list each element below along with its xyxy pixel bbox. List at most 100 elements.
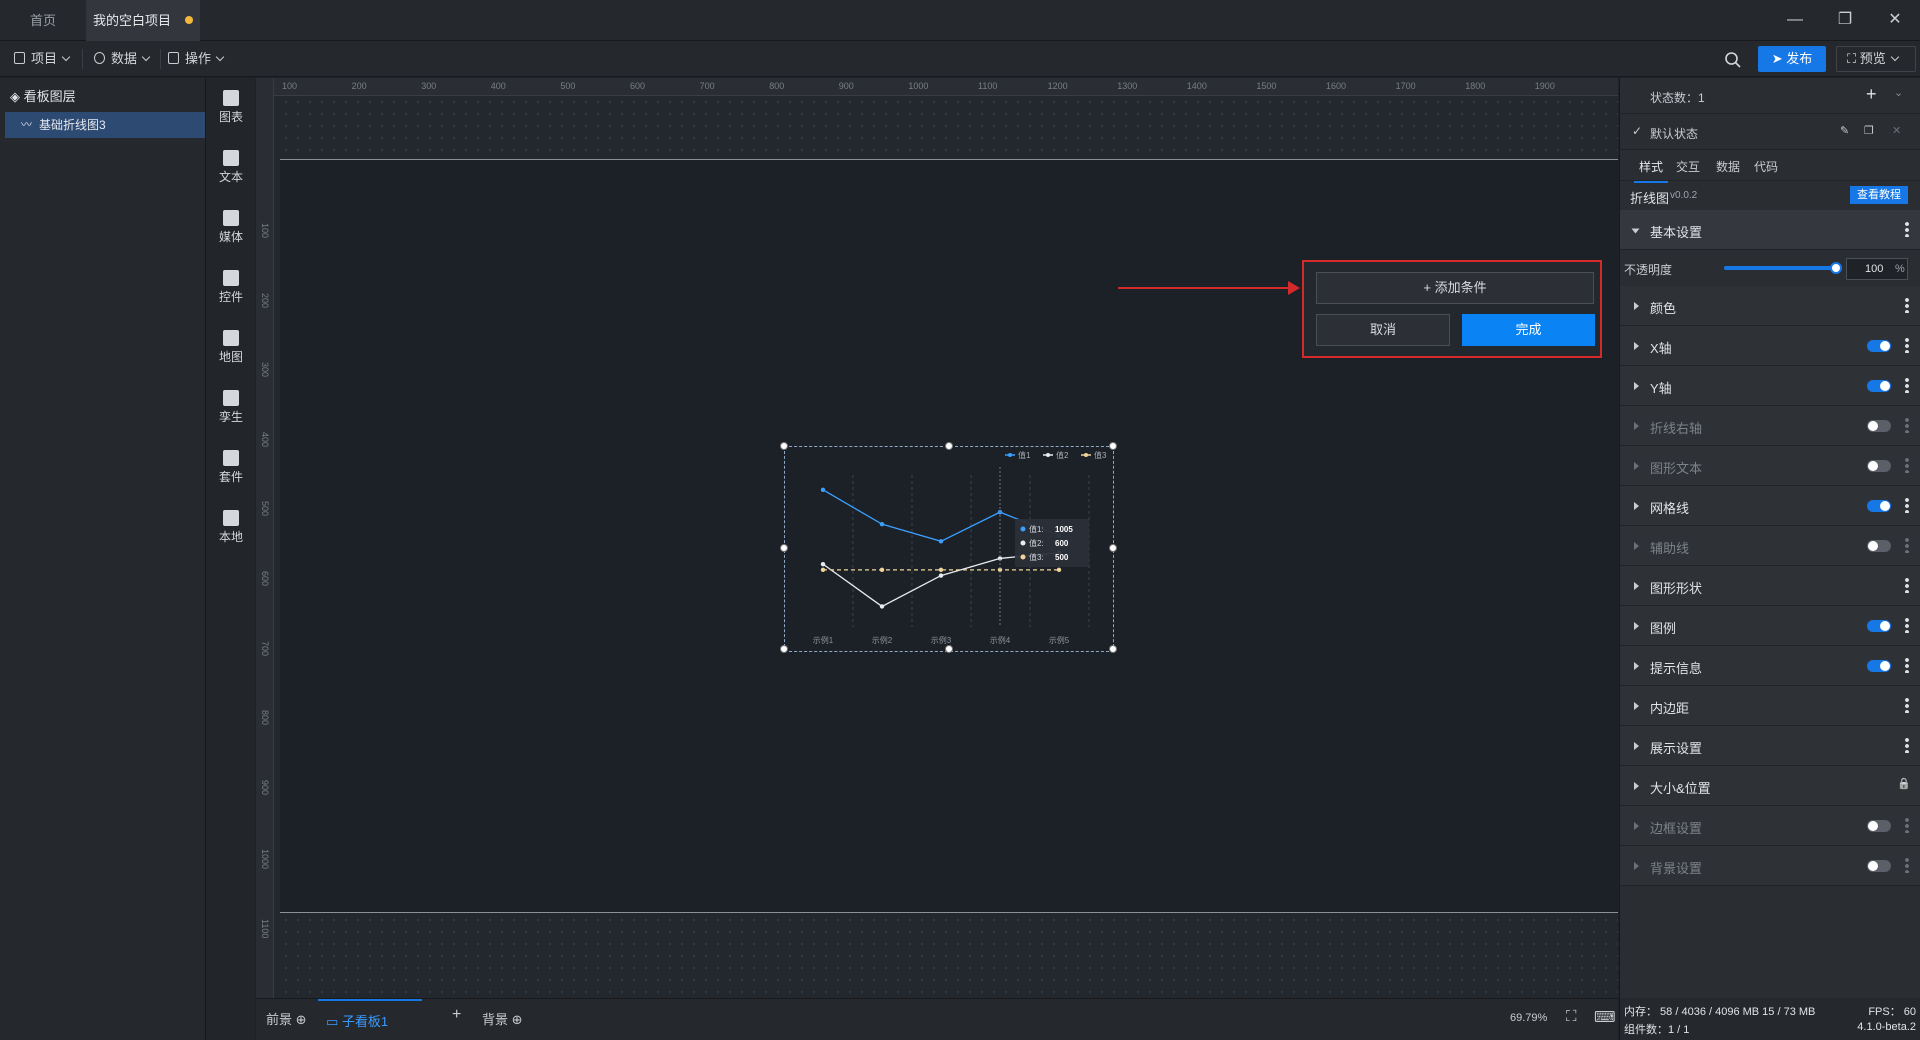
section-0[interactable]: 颜色 xyxy=(1620,286,1920,326)
section-14[interactable]: 背景设置 xyxy=(1620,846,1920,886)
more-icon[interactable] xyxy=(1905,457,1909,473)
resize-handle[interactable] xyxy=(780,645,788,653)
section-9[interactable]: 提示信息 xyxy=(1620,646,1920,686)
done-button[interactable]: 完成 xyxy=(1462,314,1595,346)
more-icon[interactable] xyxy=(1905,697,1909,713)
menu-operate[interactable]: 操作 xyxy=(154,41,225,77)
search-icon[interactable] xyxy=(1724,51,1742,69)
resize-handle[interactable] xyxy=(945,645,953,653)
section-5[interactable]: 网格线 xyxy=(1620,486,1920,526)
menu-project[interactable]: 项目 xyxy=(0,41,71,77)
tab-subboard[interactable]: ▭ 子看板1 xyxy=(318,999,422,1031)
more-icon[interactable] xyxy=(1905,377,1909,393)
preview-button[interactable]: ⛶ 预览 xyxy=(1836,46,1916,72)
copy-icon[interactable]: ❐ xyxy=(1864,124,1874,137)
more-icon[interactable] xyxy=(1905,737,1909,753)
local-button[interactable]: 本地 xyxy=(206,510,256,545)
section-8[interactable]: 图例 xyxy=(1620,606,1920,646)
more-icon[interactable] xyxy=(1905,657,1909,673)
more-icon[interactable] xyxy=(1905,337,1909,353)
section-toggle[interactable] xyxy=(1867,860,1891,872)
more-icon[interactable] xyxy=(1905,537,1909,553)
more-icon[interactable] xyxy=(1905,297,1909,313)
control-button[interactable]: 控件 xyxy=(206,270,256,305)
minimize-icon[interactable]: — xyxy=(1780,8,1810,32)
add-tab-button[interactable]: + xyxy=(452,1006,461,1024)
kit-button[interactable]: 套件 xyxy=(206,450,256,485)
opacity-slider[interactable] xyxy=(1724,262,1842,274)
section-7[interactable]: 图形形状 xyxy=(1620,566,1920,606)
more-icon[interactable] xyxy=(1905,857,1909,873)
close-icon[interactable]: ✕ xyxy=(1880,8,1910,32)
cancel-button[interactable]: 取消 xyxy=(1316,314,1450,346)
slider-handle[interactable] xyxy=(1830,262,1842,274)
tab-project[interactable]: 我的空白项目 xyxy=(86,0,200,41)
ruler-tick: 200 xyxy=(351,81,367,91)
section-toggle[interactable] xyxy=(1867,540,1891,552)
section-4[interactable]: 图形文本 xyxy=(1620,446,1920,486)
tutorial-button[interactable]: 查看教程 xyxy=(1850,186,1908,204)
text-button[interactable]: 文本 xyxy=(206,150,256,185)
zoom-level[interactable]: 69.79% xyxy=(1510,1012,1547,1024)
section-toggle[interactable] xyxy=(1867,460,1891,472)
tab-data[interactable]: 数据 xyxy=(1716,158,1740,175)
line-chart-component[interactable]: 值1 值2 值3 示例1 示例2 示例3 示例4 示例5 值1: 1005 值2: 600 值3: 500 xyxy=(780,442,1117,653)
section-12[interactable]: 大小&位置 🔒 xyxy=(1620,766,1920,806)
x-tick-label: 示例3 xyxy=(931,635,952,645)
section-13[interactable]: 边框设置 xyxy=(1620,806,1920,846)
resize-handle[interactable] xyxy=(1109,645,1117,653)
tab-background[interactable]: 背景 ⊕ xyxy=(482,1009,523,1028)
section-toggle[interactable] xyxy=(1867,380,1891,392)
section-toggle[interactable] xyxy=(1867,620,1891,632)
layer-item[interactable]: 〰 基础折线图3 xyxy=(5,112,205,138)
tab-code[interactable]: 代码 xyxy=(1754,158,1778,175)
resize-handle[interactable] xyxy=(1109,544,1117,552)
close-icon[interactable]: ✕ xyxy=(1892,124,1901,137)
grid-icon xyxy=(168,52,179,64)
section-toggle[interactable] xyxy=(1867,340,1891,352)
section-toggle[interactable] xyxy=(1867,660,1891,672)
section-6[interactable]: 辅助线 xyxy=(1620,526,1920,566)
more-icon[interactable] xyxy=(1905,577,1909,593)
add-state-button[interactable]: + xyxy=(1866,84,1877,105)
fit-screen-icon[interactable]: ⛶ xyxy=(1566,1008,1577,1025)
keyboard-icon[interactable]: ⌨ xyxy=(1594,1008,1616,1026)
publish-button[interactable]: ➤ 发布 xyxy=(1758,46,1826,72)
twin-button[interactable]: 孪生 xyxy=(206,390,256,425)
resize-handle[interactable] xyxy=(1109,442,1117,450)
section-10[interactable]: 内边距 xyxy=(1620,686,1920,726)
more-icon[interactable] xyxy=(1905,417,1909,433)
opacity-input[interactable]: 100 % xyxy=(1846,258,1908,280)
tab-interaction[interactable]: 交互 xyxy=(1676,158,1700,175)
restore-icon[interactable]: ❐ xyxy=(1830,8,1860,32)
section-toggle[interactable] xyxy=(1867,420,1891,432)
tab-foreground[interactable]: 前景 ⊕ xyxy=(266,1009,307,1028)
menu-data[interactable]: 数据 xyxy=(80,41,151,77)
section-11[interactable]: 展示设置 xyxy=(1620,726,1920,766)
section-toggle[interactable] xyxy=(1867,500,1891,512)
more-icon[interactable] xyxy=(1905,617,1909,633)
resize-handle[interactable] xyxy=(780,544,788,552)
section-2[interactable]: Y轴 xyxy=(1620,366,1920,406)
add-circle-icon[interactable]: ⊕ xyxy=(296,1012,307,1027)
ruler-tick: 1500 xyxy=(1256,81,1277,91)
chart-button[interactable]: 图表 xyxy=(206,90,256,125)
chevron-down-icon[interactable]: ⌄ xyxy=(1894,86,1903,99)
tab-home[interactable]: 首页 xyxy=(0,0,86,41)
section-3[interactable]: 折线右轴 xyxy=(1620,406,1920,446)
resize-handle[interactable] xyxy=(945,442,953,450)
more-icon[interactable] xyxy=(1905,817,1909,833)
default-state-row[interactable]: ✓ 默认状态 ✎ ❐ ✕ xyxy=(1620,114,1920,150)
resize-handle[interactable] xyxy=(780,442,788,450)
media-button[interactable]: 媒体 xyxy=(206,210,256,245)
section-basic[interactable]: 基本设置 xyxy=(1620,210,1920,250)
add-circle-icon[interactable]: ⊕ xyxy=(512,1012,523,1027)
section-toggle[interactable] xyxy=(1867,820,1891,832)
section-1[interactable]: X轴 xyxy=(1620,326,1920,366)
lock-icon[interactable]: 🔒 xyxy=(1897,777,1911,790)
map-button[interactable]: 地图 xyxy=(206,330,256,365)
more-icon[interactable] xyxy=(1905,221,1909,237)
add-condition-button[interactable]: + 添加条件 xyxy=(1316,272,1594,304)
edit-icon[interactable]: ✎ xyxy=(1840,124,1849,137)
more-icon[interactable] xyxy=(1905,497,1909,513)
